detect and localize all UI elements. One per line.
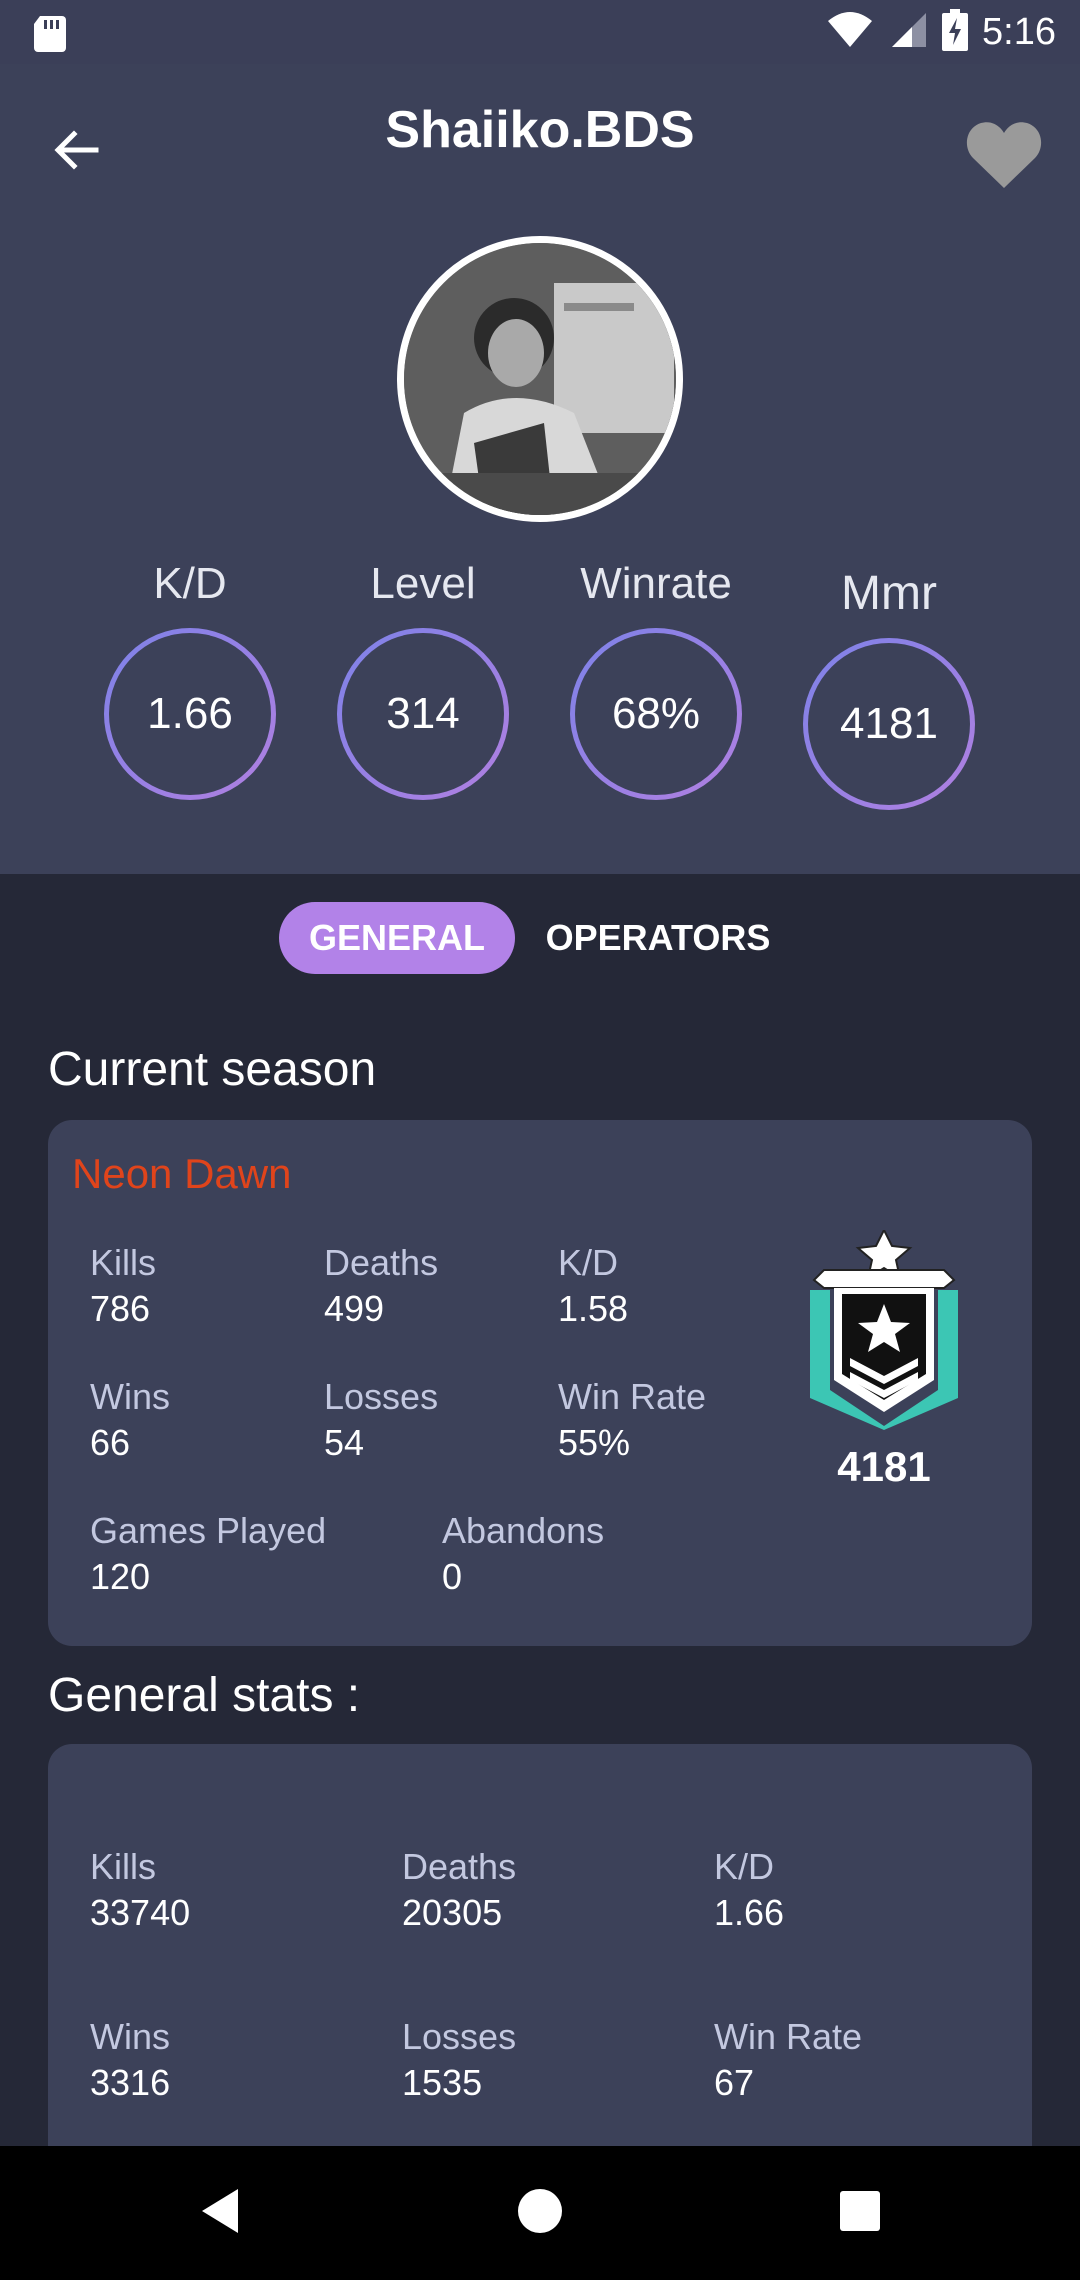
rank-mmr: 4181 (837, 1443, 931, 1490)
signal-icon (888, 11, 928, 54)
general-stat-wins: Wins 3316 (90, 2014, 170, 2106)
stat-label: Deaths (324, 1242, 439, 1283)
quick-stat-label: Mmr (841, 567, 937, 620)
stat-value: 55% (558, 1422, 631, 1463)
stat-value: 33740 (90, 1892, 191, 1933)
stat-value: 66 (90, 1422, 131, 1463)
season-stat-wins: Wins 66 (90, 1374, 170, 1466)
system-nav-bar (0, 2146, 1080, 2280)
tab-operators[interactable]: OPERATORS (540, 902, 776, 974)
favorite-button[interactable] (956, 108, 1052, 204)
stat-value: 0 (442, 1556, 463, 1597)
stat-value: 1.58 (558, 1288, 629, 1329)
quick-stat-mmr: Mmr 4181 (799, 564, 979, 810)
season-stat-kd: K/D 1.58 (558, 1240, 628, 1332)
quick-stat-ring: 4181 (803, 638, 975, 810)
heart-icon (965, 118, 1043, 195)
stat-value: 499 (324, 1288, 385, 1329)
sd-card-icon (32, 14, 68, 57)
stat-label: K/D (714, 1846, 775, 1887)
stat-label: Deaths (402, 1846, 517, 1887)
general-stat-kd: K/D 1.66 (714, 1844, 784, 1936)
nav-back-icon (198, 2187, 242, 2240)
quick-stat-label: Level (370, 559, 476, 608)
quick-stat-ring: 68% (570, 628, 742, 800)
player-name: Shaiiko.BDS (385, 101, 695, 159)
stat-value: 20305 (402, 1892, 503, 1933)
stat-label: Win Rate (714, 2016, 863, 2057)
rank-badge-icon (804, 1227, 964, 1434)
quick-stat-ring: 1.66 (104, 628, 276, 800)
stat-label: Losses (402, 2016, 517, 2057)
quick-stat-label: K/D (153, 559, 227, 608)
rank-display: 4181 (794, 1227, 974, 1491)
stat-label: Abandons (442, 1510, 605, 1551)
nav-home-icon (517, 2188, 563, 2239)
stat-label: Win Rate (558, 1376, 707, 1417)
quick-stat-ring: 314 (337, 628, 509, 800)
stat-value: 120 (90, 1556, 151, 1597)
season-stat-kills: Kills 786 (90, 1240, 156, 1332)
quick-stat-value: 68% (575, 633, 737, 795)
stat-label: Kills (90, 1242, 157, 1283)
nav-home-button[interactable] (510, 2183, 570, 2243)
stat-value: 54 (324, 1422, 365, 1463)
current-season-heading: Current season (48, 1043, 377, 1096)
general-stat-kills: Kills 33740 (90, 1844, 190, 1936)
stat-label: Kills (90, 1846, 157, 1887)
nav-back-button[interactable] (190, 2183, 250, 2243)
stat-value: 1.66 (714, 1892, 785, 1933)
season-stat-winrate: Win Rate 55% (558, 1374, 706, 1466)
quick-stat-label: Winrate (580, 559, 732, 608)
tab-general[interactable]: GENERAL (279, 902, 515, 974)
quick-stat-winrate: Winrate 68% (566, 554, 746, 800)
general-stat-winrate: Win Rate 67 (714, 2014, 862, 2106)
wifi-icon (826, 11, 874, 54)
stat-label: Games Played (90, 1510, 327, 1551)
stat-label: Wins (90, 1376, 170, 1417)
quick-stat-value: 4181 (808, 643, 970, 805)
stat-value: 3316 (90, 2062, 171, 2103)
status-time: 5:16 (982, 10, 1056, 53)
current-season-card: Neon Dawn Kills 786 Deaths 499 K/D 1.58 … (48, 1120, 1032, 1646)
quick-stat-value: 1.66 (109, 633, 271, 795)
season-stat-games-played: Games Played 120 (90, 1508, 326, 1600)
tab-bar: GENERAL OPERATORS (0, 902, 1080, 974)
general-stat-deaths: Deaths 20305 (402, 1844, 516, 1936)
battery-icon (942, 8, 969, 56)
status-bar: 5:16 (0, 0, 1080, 64)
quick-stat-kd: K/D 1.66 (100, 554, 280, 800)
profile-header: Shaiiko.BDS K/D 1.66 Level 314 Winrate 6… (0, 64, 1080, 874)
general-stat-losses: Losses 1535 (402, 2014, 516, 2106)
stat-value: 786 (90, 1288, 151, 1329)
general-stats-heading: General stats : (48, 1669, 361, 1722)
nav-recents-icon (839, 2190, 881, 2237)
quick-stat-level: Level 314 (333, 554, 513, 800)
avatar (397, 236, 683, 522)
quick-stat-value: 314 (342, 633, 504, 795)
season-stat-abandons: Abandons 0 (442, 1508, 604, 1600)
stat-value: 1535 (402, 2062, 483, 2103)
season-name: Neon Dawn (72, 1150, 292, 1197)
stat-label: Losses (324, 1376, 439, 1417)
general-stats-card: Kills 33740 Deaths 20305 K/D 1.66 Wins 3… (48, 1744, 1032, 2184)
nav-recents-button[interactable] (830, 2183, 890, 2243)
stat-label: K/D (558, 1242, 619, 1283)
season-stat-deaths: Deaths 499 (324, 1240, 438, 1332)
season-stat-losses: Losses 54 (324, 1374, 438, 1466)
stat-label: Wins (90, 2016, 170, 2057)
stat-value: 67 (714, 2062, 755, 2103)
